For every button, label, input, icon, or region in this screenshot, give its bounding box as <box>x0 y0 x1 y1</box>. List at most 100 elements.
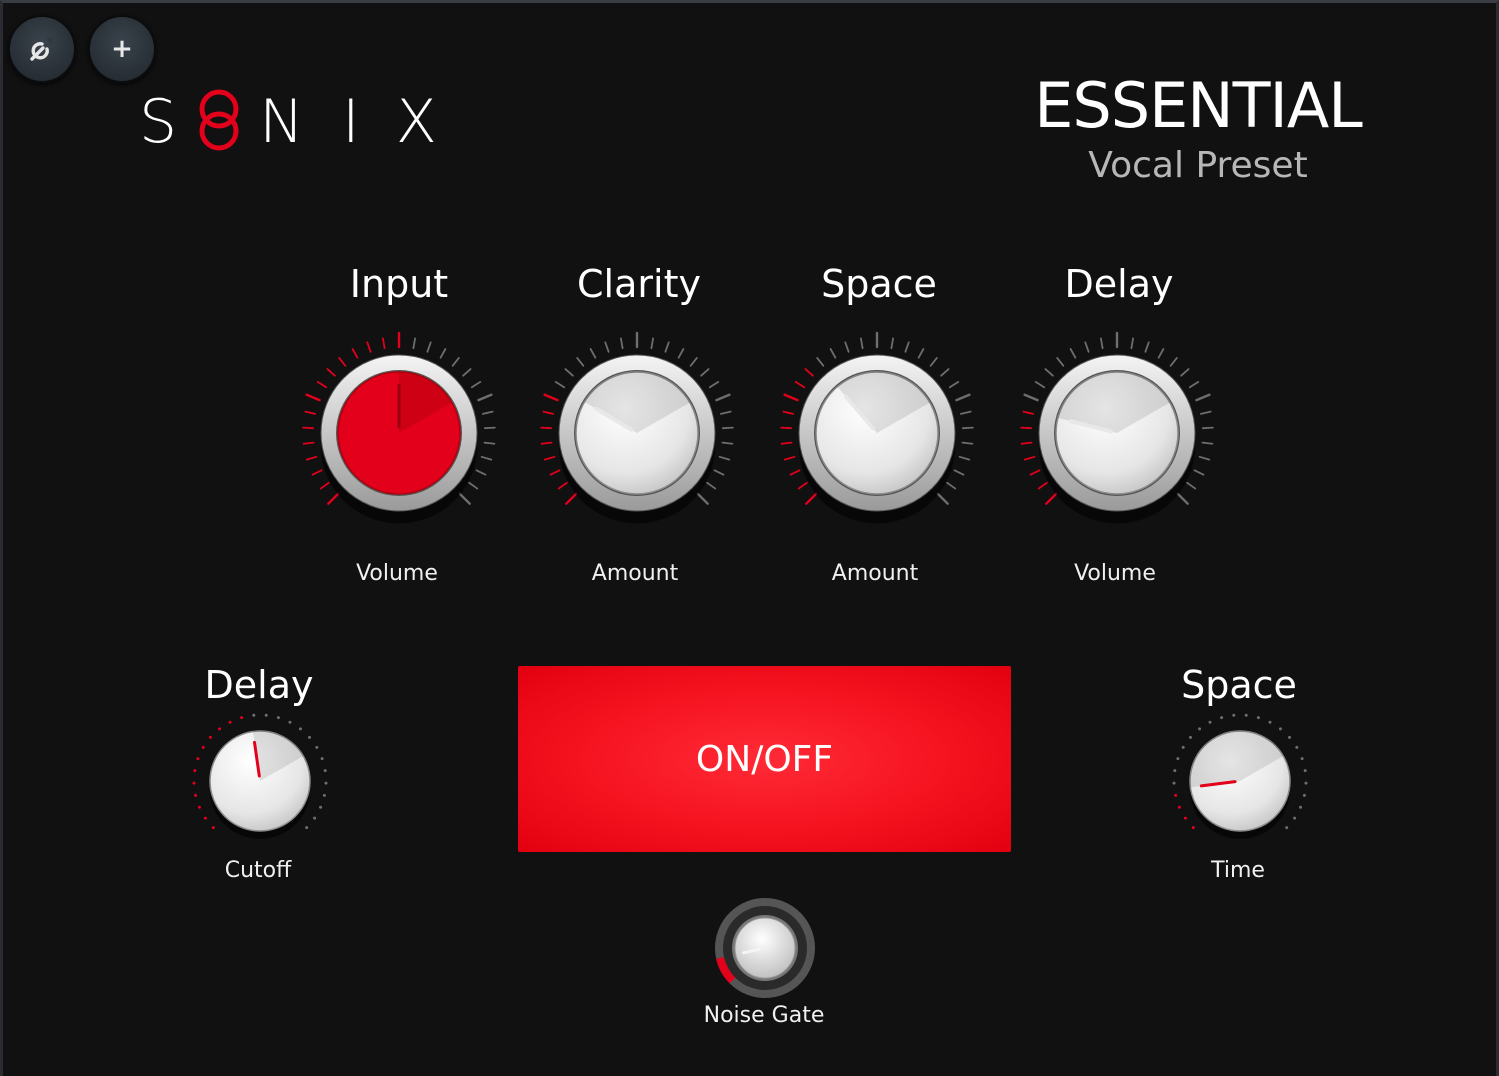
knob-tick <box>1183 816 1187 820</box>
knob-tick <box>1084 341 1090 353</box>
plus-icon: + <box>111 34 133 64</box>
knob-title-delay-cutoff: Delay <box>204 663 314 707</box>
knob-tick <box>782 410 795 415</box>
knob-tick <box>718 455 731 461</box>
knob-tick <box>1176 492 1189 505</box>
knob-tick <box>959 410 972 415</box>
knob-tick <box>565 492 578 505</box>
knob-tick <box>426 341 432 353</box>
knob-tick <box>1022 410 1035 415</box>
space-amount-knob[interactable] <box>767 323 987 543</box>
knob-tick <box>948 381 960 389</box>
knob-tick <box>197 805 201 809</box>
logo-letter-x: X <box>395 87 437 157</box>
settings-button[interactable] <box>8 15 76 83</box>
knob-label-time: Time <box>1211 858 1265 883</box>
knob-tick <box>557 481 568 490</box>
knob-tick <box>929 357 938 367</box>
plugin-window: + S N I X ESSENTIAL Vocal Preset Input V… <box>0 0 1499 1076</box>
knob-tick <box>1023 455 1036 461</box>
knob-tick <box>604 341 610 353</box>
knob-tick <box>696 492 709 505</box>
knob-label-noise-gate: Noise Gate <box>703 1003 825 1028</box>
knob-tick <box>955 393 971 402</box>
knob-tick <box>1044 368 1054 377</box>
space-time-knob[interactable] <box>1165 706 1315 856</box>
knob-tick <box>412 337 416 350</box>
knob-tick <box>298 727 302 731</box>
knob-tick <box>208 735 212 739</box>
add-button[interactable]: + <box>88 15 156 83</box>
knob-tick <box>783 455 796 461</box>
knob-tick <box>470 381 482 389</box>
knob-tick <box>1188 735 1192 739</box>
power-button[interactable]: ON/OFF <box>518 666 1011 852</box>
knob-tick <box>483 426 496 430</box>
knob-tick <box>844 341 850 353</box>
delay-cutoff-knob[interactable] <box>185 706 335 856</box>
knob-tick <box>1174 793 1178 797</box>
knob-tick <box>475 469 487 476</box>
knob-tick <box>1056 357 1065 367</box>
knob-tick <box>319 481 330 490</box>
knob-tick <box>549 469 561 476</box>
preset-title: ESSENTIAL <box>1034 69 1363 142</box>
knob-tick <box>315 745 319 749</box>
knob-tick <box>953 469 965 476</box>
noise-gate-knob[interactable] <box>710 893 820 1003</box>
knob-tick <box>721 426 734 430</box>
knob-tick <box>936 492 949 505</box>
knob-tick <box>689 357 698 367</box>
knob-tick <box>1303 769 1307 773</box>
wrench-icon <box>25 32 59 66</box>
knob-tick <box>1195 393 1211 402</box>
knob-tick <box>860 337 864 350</box>
knob-tick <box>458 492 471 505</box>
knob-tick <box>338 357 347 367</box>
knob-tick <box>1157 348 1165 359</box>
knob-tick <box>308 735 312 739</box>
knob-tick <box>805 492 818 505</box>
knob-tick <box>794 381 806 389</box>
knob-tick <box>721 441 734 445</box>
power-button-label: ON/OFF <box>695 738 834 780</box>
knob-tick <box>783 393 799 402</box>
knob-tick <box>1244 713 1248 717</box>
knob-tick <box>542 410 555 415</box>
knob-tick <box>319 805 323 809</box>
knob-tick <box>211 826 215 830</box>
knob-tick <box>1020 441 1033 445</box>
knob-tick <box>1193 469 1205 476</box>
knob-tick <box>1300 757 1304 761</box>
knob-tick <box>480 455 493 461</box>
knob-tick <box>468 481 479 490</box>
knob-tick <box>1199 410 1212 415</box>
knob-label-input: Volume <box>356 561 438 586</box>
knob-tick <box>1023 393 1039 402</box>
knob-tick <box>961 441 974 445</box>
knob-tick <box>240 716 244 720</box>
knob-tick <box>1285 826 1289 830</box>
knob-tick <box>1037 481 1048 490</box>
delay-volume-knob[interactable] <box>1007 323 1227 543</box>
knob-tick <box>1268 720 1272 724</box>
knob-tick <box>664 341 670 353</box>
clarity-amount-knob[interactable] <box>527 323 747 543</box>
knob-tick <box>940 368 950 377</box>
knob-title-space-time: Space <box>1181 663 1297 707</box>
double-ring-o-icon <box>197 87 241 157</box>
knob-tick <box>1293 816 1297 820</box>
knob-title-space: Space <box>821 262 937 306</box>
knob-tick <box>323 769 327 773</box>
knob-title-input: Input <box>349 262 449 306</box>
knob-tick <box>650 337 654 350</box>
knob-tick <box>1029 469 1041 476</box>
knob-tick <box>589 348 597 359</box>
knob-tick <box>677 348 685 359</box>
knob-label-space: Amount <box>831 561 919 586</box>
knob-tick <box>327 492 340 505</box>
knob-tick <box>1288 735 1292 739</box>
brand-logo: S N I X <box>139 87 437 157</box>
knob-tick <box>477 393 493 402</box>
input-volume-knob[interactable] <box>289 323 509 543</box>
